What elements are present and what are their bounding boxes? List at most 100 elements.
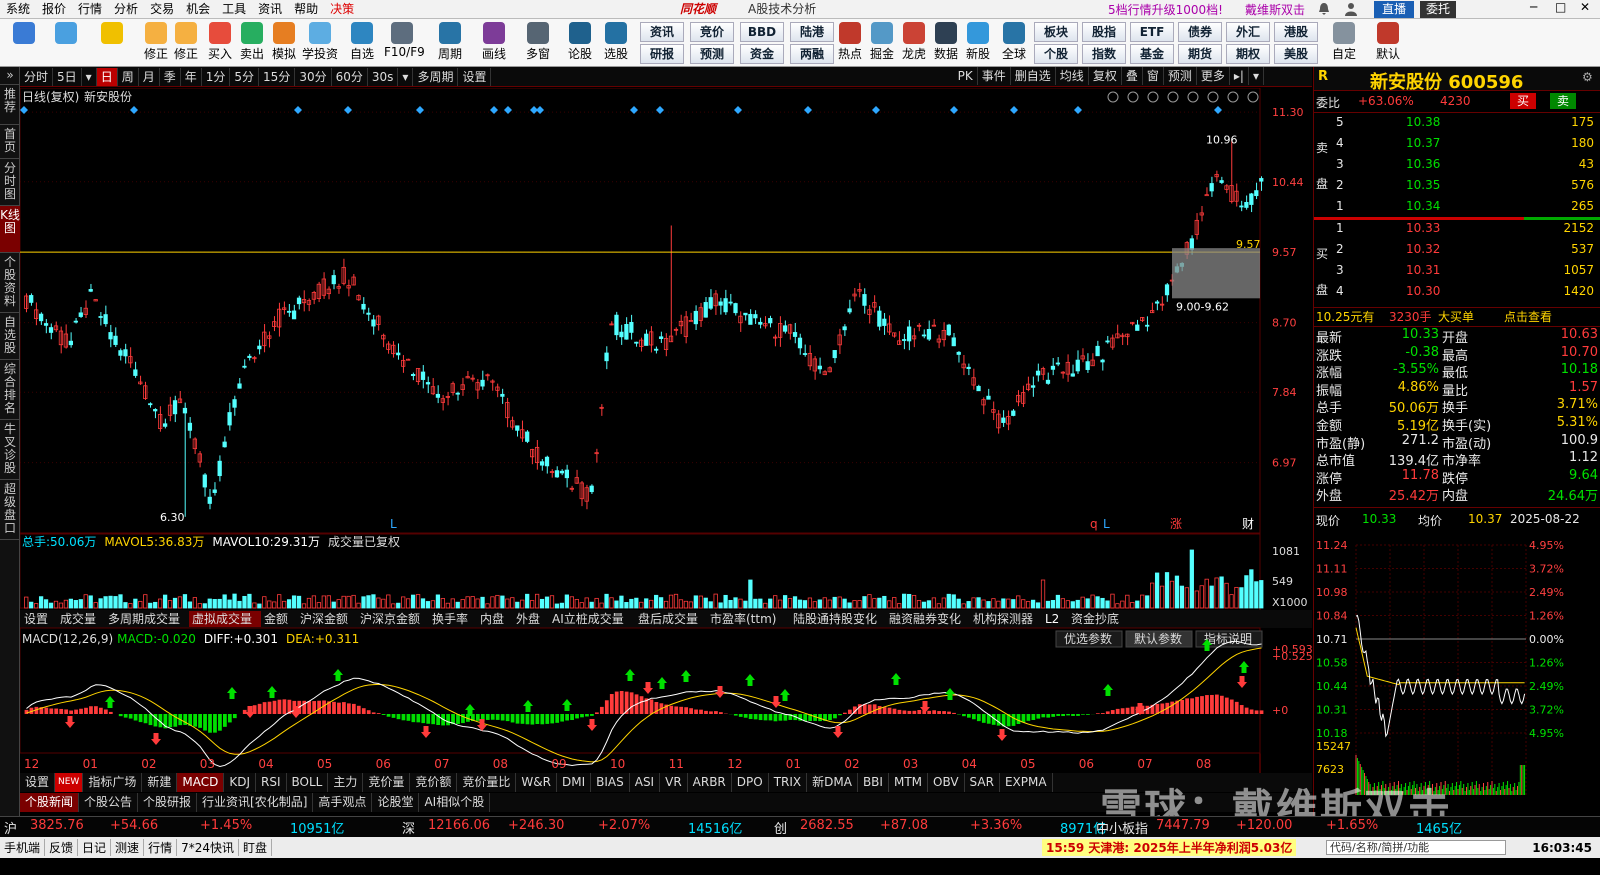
period-tab[interactable]: ▾ [398, 67, 414, 86]
toolbar-button[interactable]: 周期 [432, 21, 468, 62]
toolbar-button[interactable]: 修正 [168, 21, 204, 62]
gap-zone[interactable] [1172, 248, 1260, 299]
close-icon[interactable]: ✕ [1580, 0, 1590, 14]
left-nav-item[interactable]: 超级盘口 [0, 480, 20, 540]
event-marker-icon[interactable] [1010, 106, 1018, 114]
toolbar-button[interactable]: 数据 [928, 21, 964, 62]
period-tab[interactable]: 30s [368, 67, 399, 86]
status-item[interactable]: 7*24快讯 [177, 839, 239, 856]
news-tab[interactable]: 个股新闻 [20, 793, 80, 812]
status-item[interactable]: 日记 [78, 839, 112, 856]
market-link-button[interactable]: 股指 [1082, 22, 1126, 42]
news-tab[interactable]: 个股公告 [79, 793, 139, 812]
toolbar-button[interactable] [94, 21, 130, 45]
quick-link-button[interactable]: 资讯 [640, 22, 684, 42]
indicator-tab[interactable]: VR [660, 773, 688, 792]
left-nav-item[interactable]: 推荐 [0, 85, 20, 125]
indicator-tab[interactable]: 设置 [20, 773, 56, 792]
indicator-tab[interactable]: ASI [630, 773, 661, 792]
chart-tool-button[interactable]: 更多 [1197, 67, 1230, 85]
volume-tab[interactable]: 融资融券变化 [889, 611, 961, 626]
period-tab[interactable]: 30分 [295, 67, 332, 86]
market-link-button[interactable]: 债券 [1178, 22, 1222, 42]
menu-item[interactable]: 分析 [108, 0, 144, 19]
toolbar-button[interactable] [6, 21, 42, 45]
event-mark[interactable]: 财 [1242, 517, 1254, 531]
volume-tab[interactable]: 金额 [264, 611, 288, 626]
toolbar-button[interactable]: 多窗 [520, 21, 556, 62]
event-marker-icon[interactable] [294, 106, 302, 114]
volume-tab[interactable]: 成交量 [60, 611, 96, 626]
quick-link-button[interactable]: 陆港 [790, 22, 834, 42]
collapse-icon[interactable]: » [0, 67, 20, 85]
period-tab[interactable]: 设置 [458, 67, 492, 86]
intraday-mini-chart[interactable]: 11.24 4.95% 11.11 3.72% 10.98 2.49% 10.84 1.26%… [1314, 535, 1600, 815]
chart-tool-button[interactable]: PK [954, 67, 978, 85]
toolbar-button[interactable]: 热点 [832, 21, 868, 62]
unlock-icon[interactable] [1207, 91, 1219, 103]
status-item[interactable]: 行情 [144, 839, 178, 856]
period-tab[interactable]: 周 [118, 67, 139, 86]
left-nav-item[interactable]: 综合排名 [0, 360, 20, 420]
toolbar-button[interactable]: 自定 [1326, 21, 1362, 62]
news-tab[interactable]: 论股堂 [372, 793, 420, 812]
market-link-button[interactable]: 个股 [1034, 44, 1078, 64]
period-tab[interactable]: 月 [139, 67, 160, 86]
lock-icon[interactable] [1167, 91, 1179, 103]
market-link-button[interactable]: 港股 [1274, 22, 1318, 42]
indicator-tab[interactable]: RSI [256, 773, 287, 792]
event-marker-icon[interactable] [344, 106, 352, 114]
status-item[interactable]: 手机端 [0, 839, 46, 856]
event-mark[interactable]: L [390, 517, 397, 531]
live-button[interactable]: 直播 [1374, 1, 1415, 18]
volume-tab[interactable]: 市盈率(ttm) [710, 611, 776, 626]
toolbar-button[interactable]: 卖出 [234, 21, 270, 62]
event-marker-icon[interactable] [804, 106, 812, 114]
kline-chart-area[interactable]: 日线(复权) 新安股份 11.30 10.44 9.57 8.70 7.84 6.97 9.57… [19, 87, 1313, 793]
volume-tab[interactable]: 机构探测器 [973, 611, 1033, 626]
left-nav-item[interactable]: 自选股 [0, 313, 20, 360]
indicator-tab[interactable]: MACD [177, 773, 225, 792]
menu-item[interactable]: 报价 [36, 0, 72, 19]
event-marker-icon[interactable] [490, 106, 498, 114]
event-marker-icon[interactable] [656, 106, 664, 114]
maximize-icon[interactable]: □ [1555, 0, 1566, 14]
volume-tab[interactable]: 资金抄底 [1071, 611, 1119, 626]
chart-tool-button[interactable]: ▸| [1230, 67, 1249, 85]
indicator-tab[interactable]: 竞价额 [410, 773, 458, 792]
toolbar-button[interactable]: 掘金 [864, 21, 900, 62]
news-ticker[interactable]: 15:59 天津港: 2025年上半年净利润5.03亿 [1042, 839, 1297, 856]
quick-link-button[interactable]: 研报 [640, 44, 684, 64]
toolbar-button[interactable]: 新股 [960, 21, 996, 62]
volume-tab[interactable]: 设置 [24, 612, 48, 626]
toolbar-button[interactable]: 全球 [996, 21, 1032, 62]
market-link-button[interactable]: 美股 [1274, 44, 1318, 64]
volume-tab[interactable]: 多周期成交量 [108, 611, 180, 626]
entrust-button[interactable]: 委托 [1420, 1, 1457, 18]
minimize-icon[interactable]: ─ [1530, 0, 1537, 14]
left-nav-item[interactable]: 个股资料 [0, 253, 20, 313]
volume-tab[interactable]: L2 [1045, 612, 1059, 626]
indicator-tab[interactable]: 主力 [328, 773, 364, 792]
kline-chart-svg[interactable]: 日线(复权) 新安股份11.3010.449.578.707.846.979.57… [19, 87, 1313, 793]
indicator-tab[interactable]: DPO [732, 773, 769, 792]
user-icon[interactable] [1345, 2, 1357, 16]
indicator-tab[interactable]: TRIX [769, 773, 808, 792]
period-tab[interactable]: 60分 [332, 67, 368, 86]
search-input[interactable]: 代码/名称/简拼/功能 [1326, 840, 1506, 855]
quick-link-button[interactable]: 预测 [690, 44, 734, 64]
volume-tab[interactable]: 陆股通持股变化 [793, 611, 877, 626]
indicator-tab[interactable]: BBI [858, 773, 889, 792]
event-marker-icon[interactable] [130, 106, 138, 114]
toolbar-button[interactable]: 模拟 [266, 21, 302, 62]
indicator-tab[interactable]: 新建 [142, 773, 178, 792]
period-tab[interactable]: 日 [96, 67, 118, 86]
event-marker-icon[interactable] [416, 106, 424, 114]
news-tab[interactable]: 行业资讯[农化制品] [197, 793, 314, 812]
indicator-tab[interactable]: EXPMA [1000, 773, 1053, 792]
index-quote[interactable]: 沪 3825.76 +54.66 +1.45% 10951亿 [0, 818, 400, 837]
market-link-button[interactable]: ETF [1130, 22, 1174, 42]
volume-tab[interactable]: 换手率 [432, 611, 468, 626]
indicator-tab[interactable]: SAR [965, 773, 1000, 792]
toolbar-button[interactable]: 画线 [476, 21, 512, 62]
